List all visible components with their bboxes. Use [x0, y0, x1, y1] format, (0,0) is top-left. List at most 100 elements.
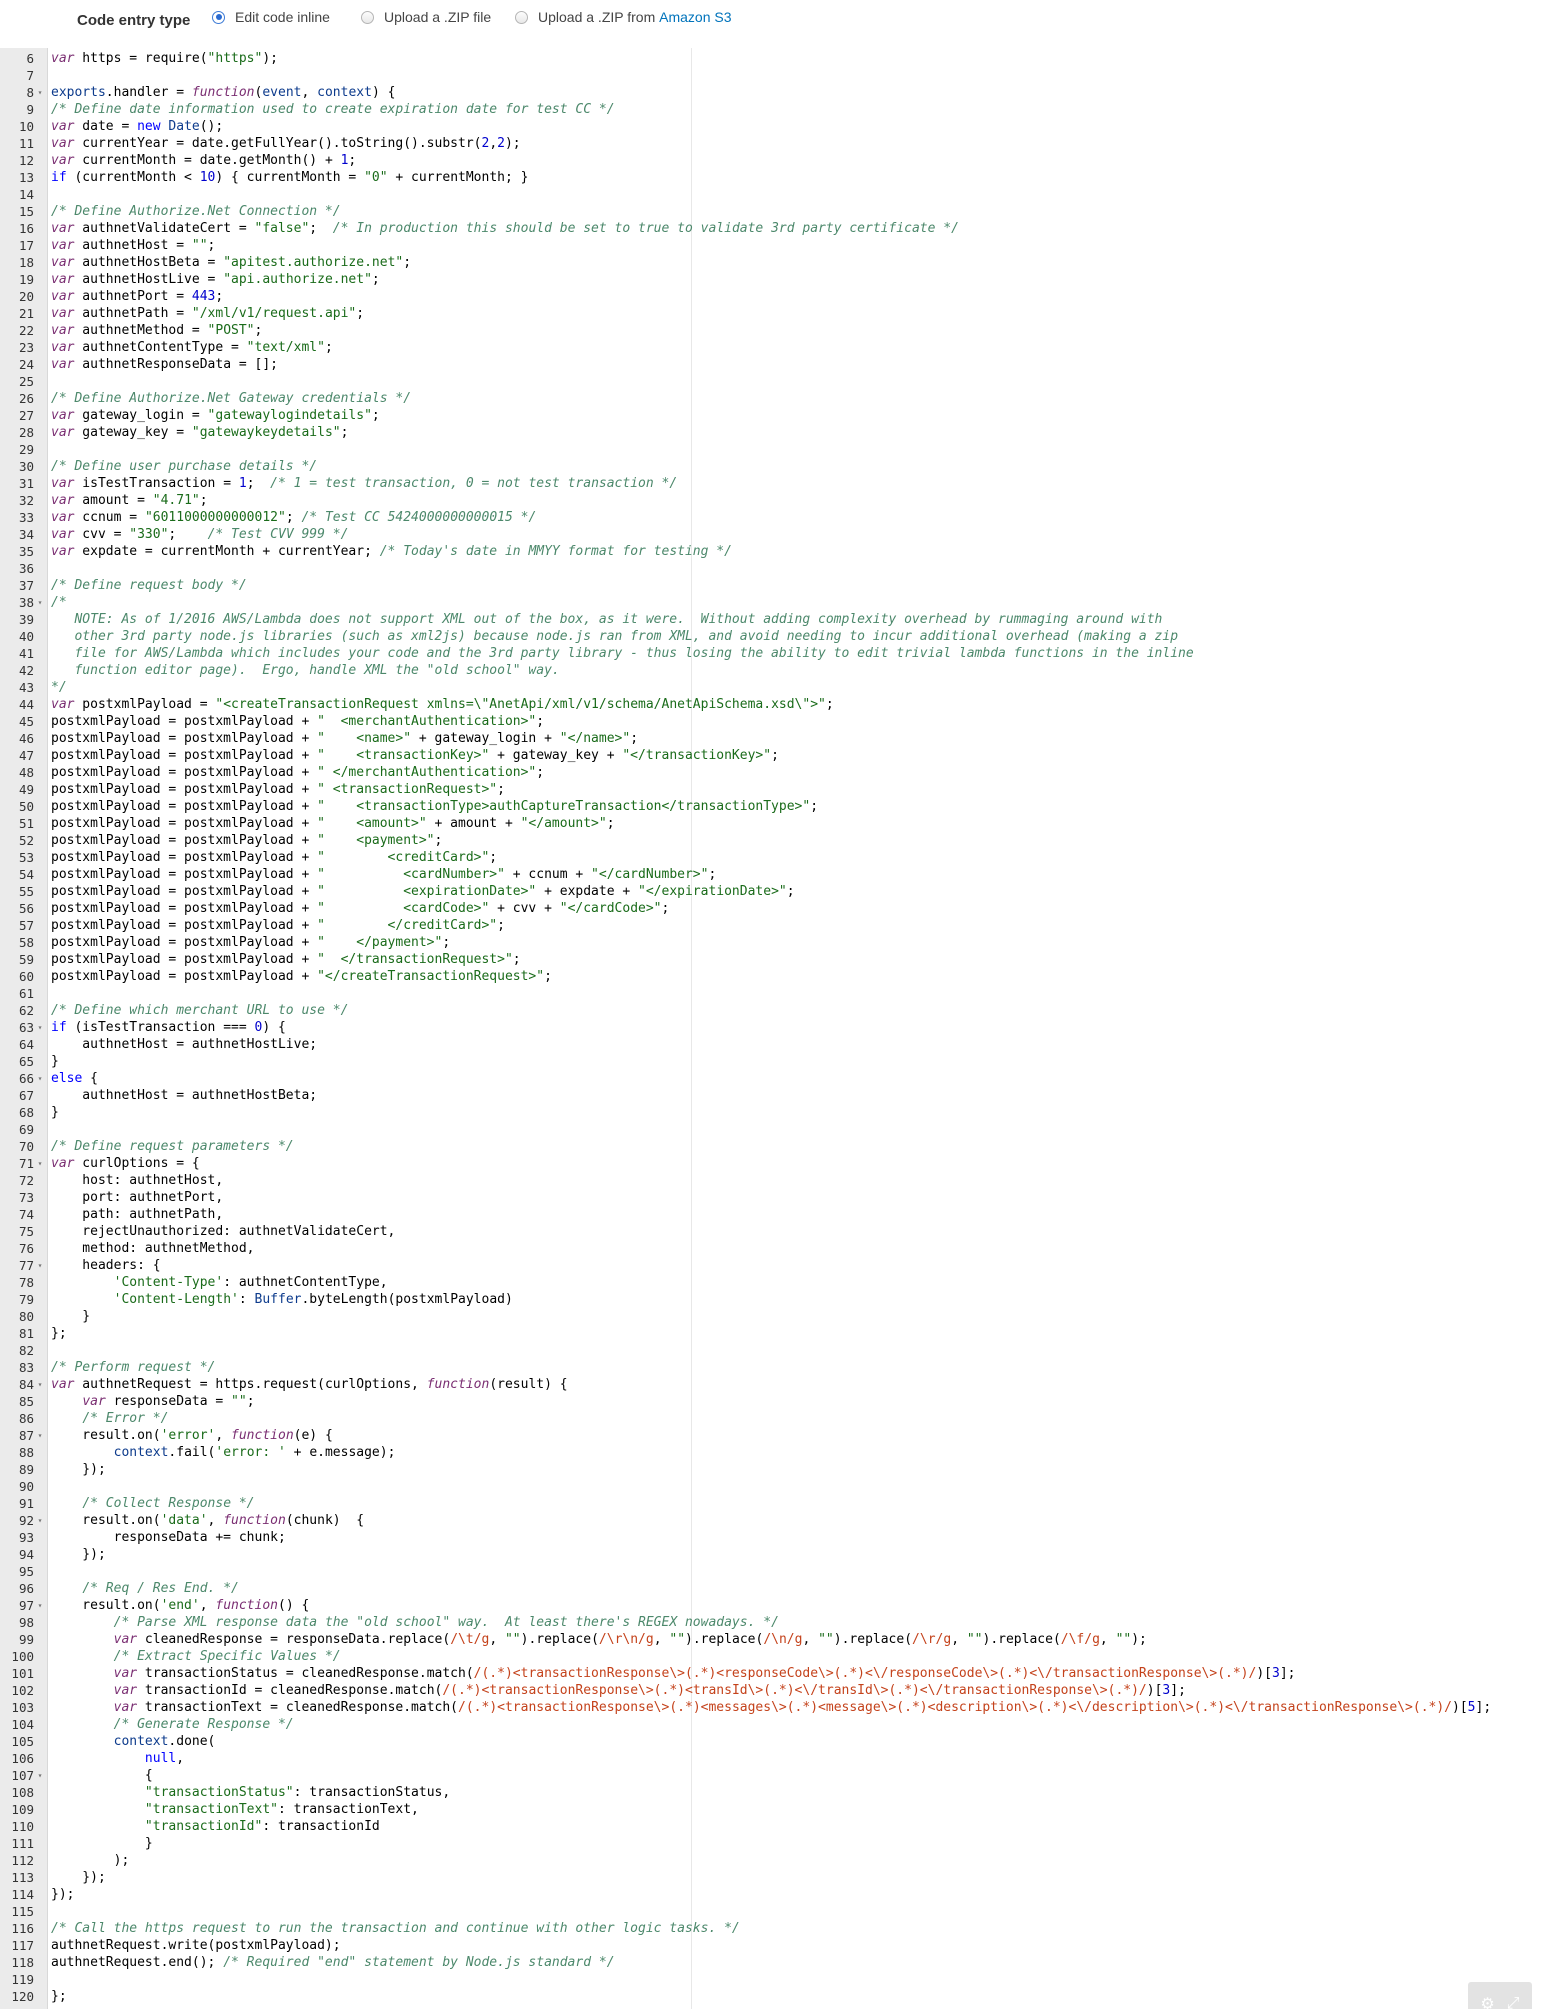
- code-line[interactable]: 14: [0, 186, 1546, 203]
- code-line[interactable]: 45 postxmlPayload = postxmlPayload + " <m…: [0, 713, 1546, 730]
- code-line[interactable]: 23 var authnetContentType = "text/xml";: [0, 339, 1546, 356]
- code-line[interactable]: 62 /* Define which merchant URL to use */: [0, 1002, 1546, 1019]
- fold-toggle-icon[interactable]: ▾: [35, 1512, 45, 1529]
- code-line[interactable]: 39 NOTE: As of 1/2016 AWS/Lambda does no…: [0, 611, 1546, 628]
- code-line[interactable]: 100 /* Extract Specific Values */: [0, 1648, 1546, 1665]
- code-line[interactable]: 118 authnetRequest.end(); /* Required "en…: [0, 1954, 1546, 1971]
- code-line[interactable]: 6 var https = require("https");: [0, 50, 1546, 67]
- code-line[interactable]: 83 /* Perform request */: [0, 1359, 1546, 1376]
- gear-icon[interactable]: ⚙: [1480, 1994, 1494, 2009]
- option-upload-zip[interactable]: Upload a .ZIP file: [361, 9, 491, 25]
- code-line[interactable]: 72 host: authnetHost,: [0, 1172, 1546, 1189]
- code-line[interactable]: 41 file for AWS/Lambda which includes yo…: [0, 645, 1546, 662]
- code-line[interactable]: 18 var authnetHostBeta = "apitest.authori…: [0, 254, 1546, 271]
- code-line[interactable]: 74 path: authnetPath,: [0, 1206, 1546, 1223]
- code-line[interactable]: 48 postxmlPayload = postxmlPayload + " </…: [0, 764, 1546, 781]
- code-line[interactable]: 87 ▾ result.on('error', function(e) {: [0, 1427, 1546, 1444]
- code-line[interactable]: 64 authnetHost = authnetHostLive;: [0, 1036, 1546, 1053]
- code-line[interactable]: 30 /* Define user purchase details */: [0, 458, 1546, 475]
- code-line[interactable]: 31 var isTestTransaction = 1; /* 1 = test…: [0, 475, 1546, 492]
- code-line[interactable]: 84 ▾ var authnetRequest = https.request(cu…: [0, 1376, 1546, 1393]
- code-line[interactable]: 16 var authnetValidateCert = "false"; /* …: [0, 220, 1546, 237]
- code-line[interactable]: 120};: [0, 1988, 1546, 2005]
- code-line[interactable]: 107 ▾ {: [0, 1767, 1546, 1784]
- code-line[interactable]: 63 ▾ if (isTestTransaction === 0) {: [0, 1019, 1546, 1036]
- code-line[interactable]: 19 var authnetHostLive = "api.authorize.n…: [0, 271, 1546, 288]
- code-line[interactable]: 43 */: [0, 679, 1546, 696]
- code-line[interactable]: 70 /* Define request parameters */: [0, 1138, 1546, 1155]
- code-line[interactable]: 85 var responseData = "";: [0, 1393, 1546, 1410]
- code-line[interactable]: 88 context.fail('error: ' + e.message);: [0, 1444, 1546, 1461]
- code-line[interactable]: 32 var amount = "4.71";: [0, 492, 1546, 509]
- code-line[interactable]: 29: [0, 441, 1546, 458]
- code-line[interactable]: 78 'Content-Type': authnetContentType,: [0, 1274, 1546, 1291]
- code-line[interactable]: 65}: [0, 1053, 1546, 1070]
- code-line[interactable]: 101 var transactionStatus = cleanedRespo…: [0, 1665, 1546, 1682]
- fold-toggle-icon[interactable]: ▾: [35, 1070, 45, 1087]
- fold-toggle-icon[interactable]: ▾: [35, 594, 45, 611]
- code-line[interactable]: 22 var authnetMethod = "POST";: [0, 322, 1546, 339]
- code-line[interactable]: 59 postxmlPayload = postxmlPayload + " </…: [0, 951, 1546, 968]
- code-line[interactable]: 112 );: [0, 1852, 1546, 1869]
- code-line[interactable]: 77 ▾ headers: {: [0, 1257, 1546, 1274]
- code-line[interactable]: 24 var authnetResponseData = [];: [0, 356, 1546, 373]
- code-line[interactable]: 47 postxmlPayload = postxmlPayload + " <t…: [0, 747, 1546, 764]
- code-line[interactable]: 111 }: [0, 1835, 1546, 1852]
- code-line[interactable]: 44 var postxmlPayload = "<createTransacti…: [0, 696, 1546, 713]
- code-line[interactable]: 49 postxmlPayload = postxmlPayload + " <t…: [0, 781, 1546, 798]
- code-line[interactable]: 73 port: authnetPort,: [0, 1189, 1546, 1206]
- code-line[interactable]: 82: [0, 1342, 1546, 1359]
- code-line[interactable]: 50 postxmlPayload = postxmlPayload + " <t…: [0, 798, 1546, 815]
- code-line[interactable]: 98 /* Parse XML response data the "old s…: [0, 1614, 1546, 1631]
- code-line[interactable]: 20 var authnetPort = 443;: [0, 288, 1546, 305]
- code-line[interactable]: 71 ▾ var curlOptions = {: [0, 1155, 1546, 1172]
- fold-toggle-icon[interactable]: ▾: [35, 1257, 45, 1274]
- fold-toggle-icon[interactable]: ▾: [35, 84, 45, 101]
- code-line[interactable]: 79 'Content-Length': Buffer.byteLength(p…: [0, 1291, 1546, 1308]
- code-line[interactable]: 104 /* Generate Response */: [0, 1716, 1546, 1733]
- code-line[interactable]: 95: [0, 1563, 1546, 1580]
- code-line[interactable]: 108 "transactionStatus": transactionStat…: [0, 1784, 1546, 1801]
- code-line[interactable]: 94 });: [0, 1546, 1546, 1563]
- code-line[interactable]: 75 rejectUnauthorized: authnetValidateCe…: [0, 1223, 1546, 1240]
- code-line[interactable]: 66 ▾ else {: [0, 1070, 1546, 1087]
- option-edit-inline[interactable]: Edit code inline: [212, 9, 330, 25]
- radio-upload-zip[interactable]: [361, 10, 374, 24]
- code-line[interactable]: 93 responseData += chunk;: [0, 1529, 1546, 1546]
- code-line[interactable]: 57 postxmlPayload = postxmlPayload + " </…: [0, 917, 1546, 934]
- fullscreen-icon[interactable]: ⤢: [1507, 1995, 1520, 2009]
- code-line[interactable]: 90: [0, 1478, 1546, 1495]
- code-lines[interactable]: 6 var https = require("https"); 7 8 ▾ exports…: [0, 50, 1546, 2005]
- code-line[interactable]: 106 null,: [0, 1750, 1546, 1767]
- fold-toggle-icon[interactable]: ▾: [35, 1427, 45, 1444]
- code-line[interactable]: 35 var expdate = currentMonth + currentYe…: [0, 543, 1546, 560]
- code-line[interactable]: 26 /* Define Authorize.Net Gateway creden…: [0, 390, 1546, 407]
- radio-edit-inline[interactable]: [212, 10, 225, 24]
- code-line[interactable]: 25: [0, 373, 1546, 390]
- code-line[interactable]: 15 /* Define Authorize.Net Connection */: [0, 203, 1546, 220]
- fold-toggle-icon[interactable]: ▾: [35, 1376, 45, 1393]
- code-line[interactable]: 102 var transactionId = cleanedResponse.…: [0, 1682, 1546, 1699]
- code-line[interactable]: 115: [0, 1903, 1546, 1920]
- code-line[interactable]: 12 var currentMonth = date.getMonth() + 1…: [0, 152, 1546, 169]
- code-line[interactable]: 105 context.done(: [0, 1733, 1546, 1750]
- code-line[interactable]: 114});: [0, 1886, 1546, 1903]
- code-line[interactable]: 17 var authnetHost = "";: [0, 237, 1546, 254]
- code-line[interactable]: 34 var cvv = "330"; /* Test CVV 999 */: [0, 526, 1546, 543]
- code-line[interactable]: 56 postxmlPayload = postxmlPayload + " <c…: [0, 900, 1546, 917]
- code-line[interactable]: 58 postxmlPayload = postxmlPayload + " </…: [0, 934, 1546, 951]
- code-line[interactable]: 92 ▾ result.on('data', function(chunk) {: [0, 1512, 1546, 1529]
- code-line[interactable]: 38 ▾ /*: [0, 594, 1546, 611]
- code-line[interactable]: 96 /* Req / Res End. */: [0, 1580, 1546, 1597]
- code-line[interactable]: 89 });: [0, 1461, 1546, 1478]
- code-line[interactable]: 86 /* Error */: [0, 1410, 1546, 1427]
- code-line[interactable]: 9 /* Define date information used to crea…: [0, 101, 1546, 118]
- code-line[interactable]: 21 var authnetPath = "/xml/v1/request.api…: [0, 305, 1546, 322]
- code-line[interactable]: 27 var gateway_login = "gatewaylogindetai…: [0, 407, 1546, 424]
- code-line[interactable]: 7: [0, 67, 1546, 84]
- code-line[interactable]: 10 var date = new Date();: [0, 118, 1546, 135]
- code-line[interactable]: 97 ▾ result.on('end', function() {: [0, 1597, 1546, 1614]
- code-line[interactable]: 37 /* Define request body */: [0, 577, 1546, 594]
- fold-toggle-icon[interactable]: ▾: [35, 1155, 45, 1172]
- code-line[interactable]: 33 var ccnum = "6011000000000012"; /* Tes…: [0, 509, 1546, 526]
